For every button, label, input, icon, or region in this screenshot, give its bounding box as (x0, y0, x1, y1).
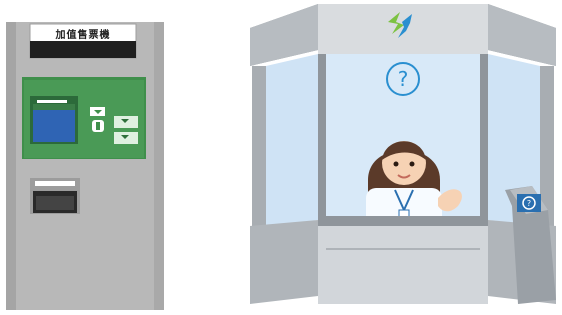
svg-text:?: ? (527, 199, 531, 208)
scene: ? ? 加值售票機 (0, 0, 562, 311)
information-booth: ? (250, 4, 556, 304)
machine-screen (33, 110, 75, 142)
booth-counter (318, 220, 488, 304)
glass-left (266, 54, 318, 226)
scene-illustration: ? ? (6, 4, 556, 310)
svg-text:?: ? (398, 67, 409, 91)
ticket-vending-machine (6, 22, 164, 310)
machine-sign-label: 加值售票機 (55, 29, 111, 41)
